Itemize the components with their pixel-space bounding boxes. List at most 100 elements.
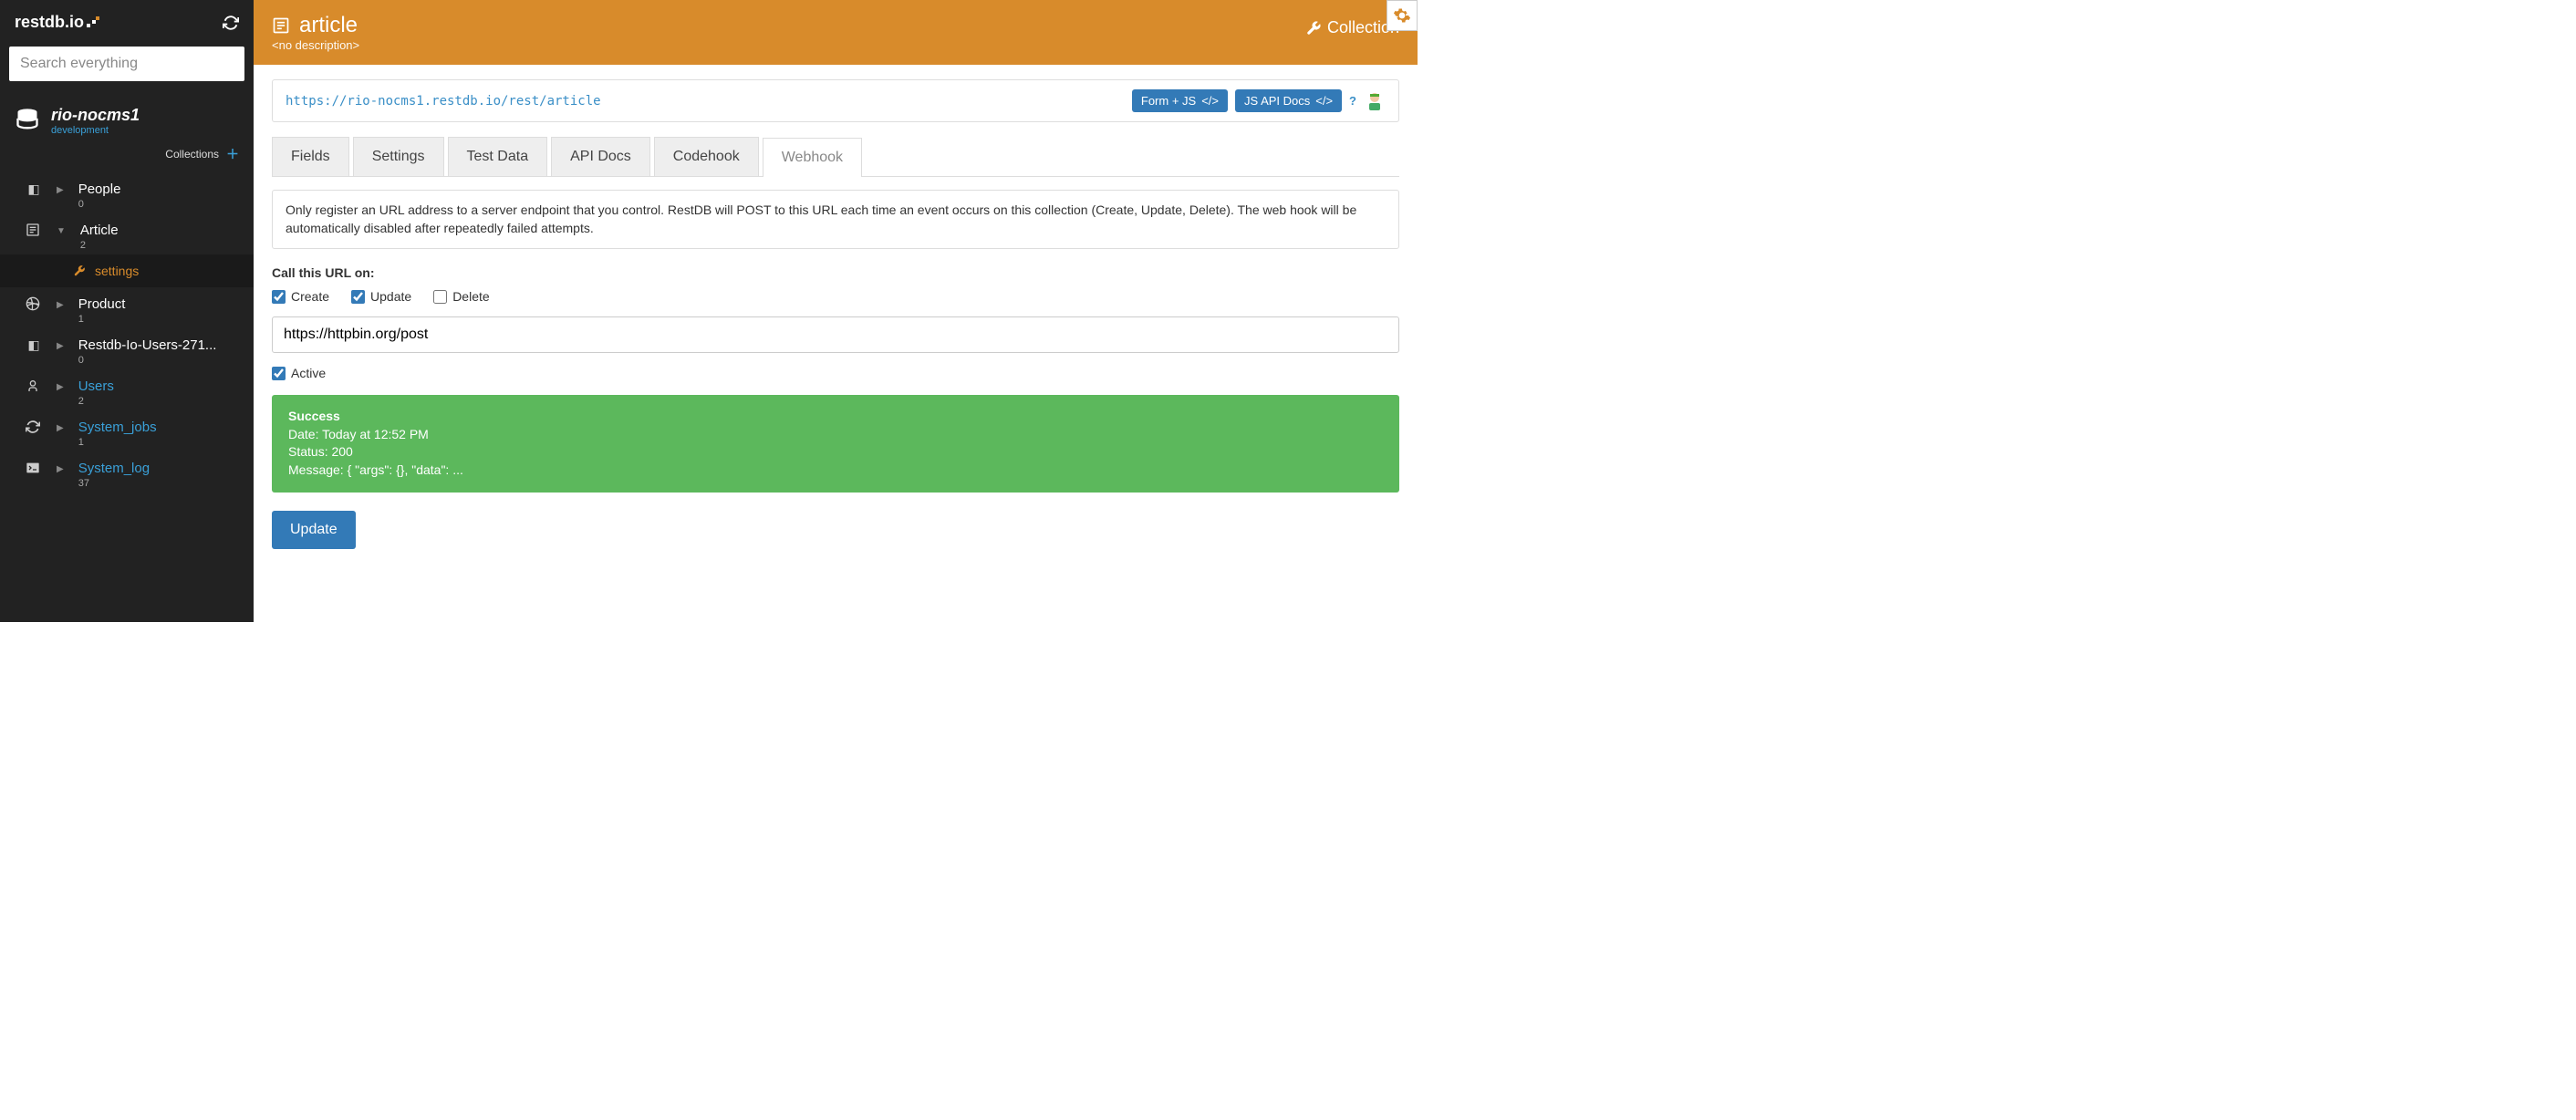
sidebar-item-label: People [78,181,121,197]
refresh-icon [26,420,42,434]
checkbox-label: Active [291,366,326,380]
gear-icon[interactable] [1387,0,1418,31]
checkbox-active[interactable]: Active [272,366,1399,380]
checkbox-create[interactable]: Create [272,289,329,304]
page-title: article [299,13,358,38]
chevron-right-icon: ▶ [57,185,64,195]
search-input[interactable] [9,47,244,81]
sidebar-item-label: Product [78,296,126,312]
dribbble-icon [26,296,42,311]
sidebar-item-restdb-users[interactable]: ◧ ▶ Restdb-Io-Users-271... 0 [0,328,254,369]
logo-dots-icon [87,16,99,29]
sidebar-item-count: 1 [78,437,157,448]
sidebar-item-count: 0 [78,355,217,366]
tab-test-data[interactable]: Test Data [448,137,548,176]
wrench-icon [73,264,86,277]
code-icon: </> [1315,94,1333,108]
add-collection-icon[interactable]: ＋ [226,145,239,163]
chevron-right-icon: ▶ [57,423,64,433]
success-status: Status: 200 [288,443,1383,461]
sidebar-item-label: System_jobs [78,420,157,435]
page-description: <no description> [272,38,359,52]
success-message: Message: { "args": {}, "data": ... [288,461,1383,480]
chevron-right-icon: ▶ [57,341,64,351]
checkbox-label: Delete [452,289,489,304]
content: https://rio-nocms1.restdb.io/rest/articl… [254,65,1418,622]
sidebar-item-product[interactable]: ▶ Product 1 [0,287,254,328]
sidebar-item-users[interactable]: ▶ Users 2 [0,369,254,410]
sidebar-item-label: Users [78,379,114,394]
database-icon [15,107,40,132]
chevron-right-icon: ▶ [57,464,64,474]
sidebar-item-label: System_log [78,461,150,476]
checkbox-update[interactable]: Update [351,289,411,304]
sidebar-item-count: 2 [80,240,119,251]
tab-fields[interactable]: Fields [272,137,349,176]
db-block: rio-nocms1 development [0,94,254,141]
search-box [9,47,244,81]
event-checkboxes: Create Update Delete [272,289,1399,304]
code-icon: </> [1201,94,1219,108]
terminal-icon [26,461,42,475]
tabs: Fields Settings Test Data API Docs Codeh… [272,137,1399,177]
checkbox-label: Create [291,289,329,304]
user-icon [26,379,42,393]
db-name[interactable]: rio-nocms1 [51,107,140,125]
document-icon [272,16,290,35]
wrench-icon [1305,20,1322,36]
checkbox-input[interactable] [433,290,447,304]
logo-text: restdb.io [15,13,84,32]
sidebar-item-count: 0 [78,199,121,210]
webhook-url-input[interactable] [272,316,1399,353]
sidebar: restdb.io rio-nocms1 development Collect… [0,0,254,622]
tab-webhook[interactable]: Webhook [763,138,862,177]
sidebar-item-count: 37 [78,478,150,489]
chevron-right-icon: ▶ [57,300,64,310]
checkbox-input[interactable] [272,290,286,304]
collection-icon: ◧ [26,181,42,197]
api-bar: https://rio-nocms1.restdb.io/rest/articl… [272,79,1399,122]
sidebar-item-label: Article [80,223,119,238]
chevron-right-icon: ▶ [57,382,64,392]
update-button[interactable]: Update [272,511,356,549]
collections-header: Collections ＋ [0,141,254,172]
checkbox-input[interactable] [272,367,286,380]
sidebar-item-count: 1 [78,314,126,325]
checkbox-input[interactable] [351,290,365,304]
button-label: Form + JS [1141,94,1196,108]
sidebar-subitem-settings[interactable]: settings [0,254,254,287]
sidebar-item-system-jobs[interactable]: ▶ System_jobs 1 [0,410,254,451]
tab-api-docs[interactable]: API Docs [551,137,650,176]
info-box: Only register an URL address to a server… [272,190,1399,249]
help-icon[interactable]: ? [1349,94,1356,108]
tab-settings[interactable]: Settings [353,137,444,176]
tab-codehook[interactable]: Codehook [654,137,759,176]
sidebar-item-system-log[interactable]: ▶ System_log 37 [0,451,254,493]
js-api-docs-button[interactable]: JS API Docs </> [1235,89,1342,112]
main-area: article <no description> Collection http… [254,0,1418,622]
checkbox-label: Update [370,289,411,304]
db-env: development [51,125,140,136]
form-js-button[interactable]: Form + JS </> [1132,89,1228,112]
collection-settings-link[interactable]: Collection [1305,13,1399,37]
sidebar-item-label: Restdb-Io-Users-271... [78,337,217,353]
success-title: Success [288,408,1383,426]
success-date: Date: Today at 12:52 PM [288,426,1383,444]
logo[interactable]: restdb.io [15,13,99,32]
sidebar-item-count: 2 [78,396,114,407]
button-label: JS API Docs [1244,94,1310,108]
sidebar-item-people[interactable]: ◧ ▶ People 0 [0,172,254,213]
document-icon [26,223,42,237]
collections-label: Collections [165,148,219,161]
avatar-icon[interactable] [1364,90,1386,112]
api-url[interactable]: https://rio-nocms1.restdb.io/rest/articl… [286,94,601,109]
call-url-label: Call this URL on: [272,265,1399,280]
collection-icon: ◧ [26,337,42,353]
refresh-icon[interactable] [223,15,239,31]
checkbox-delete[interactable]: Delete [433,289,489,304]
sidebar-item-article[interactable]: ▼ Article 2 [0,213,254,254]
topbar: article <no description> Collection [254,0,1418,65]
sidebar-header: restdb.io [0,0,254,41]
sidebar-subitem-label: settings [95,264,139,278]
chevron-down-icon: ▼ [57,226,66,236]
